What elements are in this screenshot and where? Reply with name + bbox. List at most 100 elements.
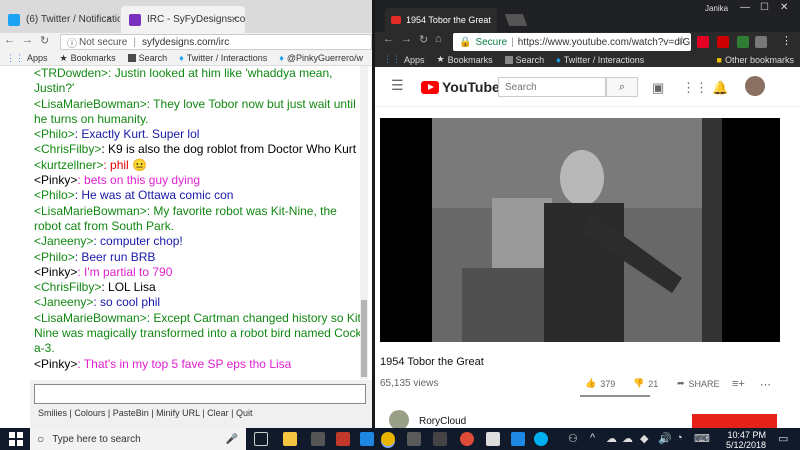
channel-name[interactable]: RoryCloud: [419, 416, 466, 427]
chat-nick[interactable]: <ChrisFilby>: [34, 142, 101, 156]
chat-nick[interactable]: <LisaMarieBowman>: [34, 311, 147, 325]
new-tab-button[interactable]: [504, 14, 528, 26]
network-icon[interactable]: ☁: [606, 432, 617, 445]
edge-icon[interactable]: [360, 432, 374, 446]
profile-name[interactable]: Janika: [705, 4, 728, 13]
apps-grid-icon[interactable]: ⋮⋮: [682, 80, 708, 96]
upload-video-icon[interactable]: ▣: [652, 80, 664, 96]
bookmark-apps[interactable]: ⋮⋮ Apps: [6, 53, 48, 64]
colours-link[interactable]: Colours: [74, 408, 105, 418]
chrome-icon[interactable]: [381, 432, 395, 446]
chat-nick[interactable]: <Philo>: [34, 188, 75, 202]
scroll-thumb[interactable]: [361, 300, 367, 377]
close-window-button[interactable]: ✕: [780, 2, 788, 13]
add-to-playlist-icon[interactable]: ≡+: [732, 378, 745, 390]
wifi-icon[interactable]: ◔: [676, 432, 683, 444]
close-tab-icon[interactable]: ×: [106, 14, 112, 25]
back-arrow-icon[interactable]: ←: [383, 33, 394, 45]
extension-icon[interactable]: [717, 36, 729, 48]
taskbar-clock[interactable]: 10:47 PM 5/12/2018: [726, 430, 766, 450]
mail-icon[interactable]: [486, 432, 500, 446]
task-view-icon[interactable]: [254, 432, 268, 446]
video-frame[interactable]: [432, 118, 722, 342]
back-arrow-icon[interactable]: ←: [4, 34, 15, 46]
bookmark-bookmarks[interactable]: ★ Bookmarks: [60, 53, 116, 64]
video-player[interactable]: [380, 118, 780, 342]
chat-nick[interactable]: <Pinky>: [34, 265, 77, 279]
app-icon[interactable]: [433, 432, 447, 446]
dropbox-icon[interactable]: ◆: [640, 432, 648, 445]
google-plus-icon[interactable]: [460, 432, 474, 446]
tab-youtube[interactable]: 1954 Tobor the Great 🔊 ×: [385, 8, 497, 32]
bookmark-twitter[interactable]: ♦ Twitter / Interactions: [556, 55, 644, 65]
more-actions-icon[interactable]: ⋯: [760, 378, 771, 391]
close-tab-icon[interactable]: ×: [231, 14, 237, 25]
forward-arrow-icon[interactable]: →: [22, 34, 33, 46]
other-bookmarks[interactable]: ■ Other bookmarks: [717, 55, 794, 65]
maximize-button[interactable]: ☐: [760, 2, 769, 13]
bookmark-twitter[interactable]: ♦ Twitter / Interactions: [179, 53, 267, 63]
address-input[interactable]: ⓘ Not secure | syfydesigns.com/irc: [60, 34, 372, 50]
subscribe-button[interactable]: [692, 414, 777, 428]
notifications-bell-icon[interactable]: 🔔: [712, 80, 728, 96]
chat-nick[interactable]: <kurtzellner>: [34, 158, 103, 172]
tab-irc[interactable]: IRC - SyFyDesigns.com ×: [121, 6, 245, 33]
forward-arrow-icon[interactable]: →: [401, 33, 412, 45]
pinterest-extension-icon[interactable]: [697, 36, 709, 48]
app-icon[interactable]: [336, 432, 350, 446]
bookmark-bookmarks[interactable]: ★ Bookmarks: [437, 54, 493, 65]
chat-nick[interactable]: <Janeeny>: [34, 295, 93, 309]
chat-message-input[interactable]: [34, 384, 366, 404]
reload-icon[interactable]: ↻: [40, 34, 49, 47]
chat-nick[interactable]: <Janeeny>: [34, 234, 93, 248]
tray-chevron-icon[interactable]: ^: [590, 432, 595, 444]
avatar[interactable]: [745, 76, 765, 96]
chat-nick[interactable]: <TRDowden>: [34, 66, 108, 80]
windows-start-icon[interactable]: [8, 431, 24, 447]
download-extension-icon[interactable]: [737, 36, 749, 48]
chat-nick[interactable]: <ChrisFilby>: [34, 280, 101, 294]
share-button[interactable]: ➦ SHARE: [677, 378, 720, 389]
bookmark-search[interactable]: Search: [127, 53, 167, 63]
chat-nick[interactable]: <Pinky>: [34, 357, 77, 371]
chat-nick[interactable]: <Philo>: [34, 127, 75, 141]
menu-dots-icon[interactable]: ⋮: [781, 34, 792, 47]
minimize-button[interactable]: —: [740, 2, 750, 13]
bookmark-star-icon[interactable]: ☆: [677, 34, 687, 47]
keyboard-icon[interactable]: ⌨: [694, 432, 710, 445]
volume-icon[interactable]: 🔊: [658, 432, 672, 445]
youtube-logo[interactable]: YouTube: [421, 79, 500, 95]
extension-icon[interactable]: [755, 36, 767, 48]
action-center-icon[interactable]: ▭: [778, 432, 788, 445]
bookmark-search[interactable]: Search: [504, 55, 544, 65]
channel-avatar[interactable]: [389, 410, 409, 428]
chat-nick[interactable]: <LisaMarieBowman>: [34, 204, 147, 218]
bookmark-apps[interactable]: ⋮⋮ Apps: [383, 54, 425, 65]
people-icon[interactable]: ⚇: [568, 432, 578, 445]
skype-icon[interactable]: [534, 432, 548, 446]
pastebin-link[interactable]: PasteBin: [113, 408, 149, 418]
app-icon[interactable]: [407, 432, 421, 446]
minify-url-link[interactable]: Minify URL: [156, 408, 200, 418]
like-button[interactable]: 👍 379: [585, 378, 615, 389]
bookmark-pinky[interactable]: ♦ @PinkyGuerrero/w: [279, 53, 363, 63]
app-icon[interactable]: [511, 432, 525, 446]
tab-twitter-notifications[interactable]: (6) Twitter / Notifications ×: [0, 6, 120, 33]
chat-nick[interactable]: <Philo>: [34, 250, 75, 264]
hamburger-menu-icon[interactable]: ☰: [391, 77, 404, 94]
chat-nick[interactable]: <LisaMarieBowman>: [34, 97, 147, 111]
onedrive-icon[interactable]: ☁: [622, 432, 633, 445]
home-icon[interactable]: ⌂: [435, 33, 442, 45]
quit-link[interactable]: Quit: [236, 408, 253, 418]
dislike-button[interactable]: 👎 21: [633, 378, 658, 389]
app-icon[interactable]: [311, 432, 325, 446]
smilies-link[interactable]: Smilies: [38, 408, 67, 418]
address-input[interactable]: 🔒 Secure | https://www.youtube.com/watch…: [453, 33, 691, 51]
search-button[interactable]: ⌕: [606, 77, 638, 97]
file-explorer-icon[interactable]: [283, 432, 297, 446]
microphone-icon[interactable]: 🎤: [226, 434, 238, 445]
chat-nick[interactable]: <Pinky>: [34, 173, 77, 187]
taskbar-search-box[interactable]: ○ Type here to search 🎤: [30, 428, 246, 450]
youtube-search-input[interactable]: [498, 77, 606, 97]
reload-icon[interactable]: ↻: [419, 33, 428, 46]
